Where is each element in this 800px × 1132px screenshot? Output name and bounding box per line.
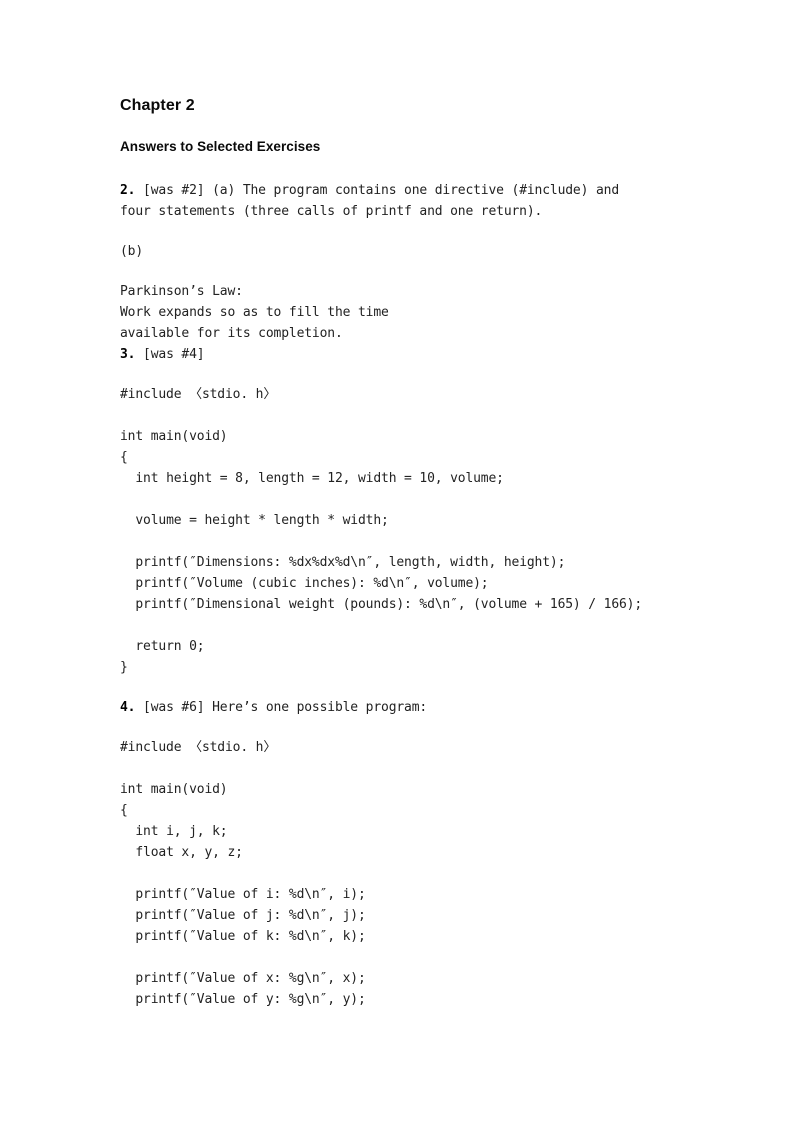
answer-4-body: 4. [was #6] Here’s one possible program:	[120, 697, 720, 718]
section-heading: Answers to Selected Exercises	[120, 139, 321, 154]
answer-3-number: 3.	[120, 347, 136, 362]
answer-3-body: 3. [was #4]	[120, 344, 720, 365]
answer-3-text: [was #4]	[135, 347, 205, 362]
answer-item-3: 3. [was #4] #include 〈stdio. h〉 int main…	[120, 344, 720, 678]
page-title: Chapter 2	[120, 97, 195, 114]
answer-4-text: [was #6] Here’s one possible program:	[135, 700, 428, 715]
answer-2-quote: Parkinson’s Law: Work expands so as to f…	[120, 284, 389, 341]
answer-2-part-b-label: (b)	[120, 244, 144, 259]
page-content: Chapter 2 Answers to Selected Exercises …	[120, 96, 720, 1029]
document-page: Chapter 2 Answers to Selected Exercises …	[0, 0, 800, 1132]
answer-2-body: 2. [was #2] (a) The program contains one…	[120, 180, 720, 222]
answer-item-2: 2. [was #2] (a) The program contains one…	[120, 180, 720, 344]
answer-item-4: 4. [was #6] Here’s one possible program:…	[120, 697, 720, 1010]
answer-2-number: 2.	[120, 183, 136, 198]
answer-4-number: 4.	[120, 700, 136, 715]
answer-4-code-listing: #include 〈stdio. h〉 int main(void) { int…	[120, 740, 366, 1007]
answer-2-text: [was #2] (a) The program contains one di…	[120, 183, 619, 219]
answer-3-code-listing: #include 〈stdio. h〉 int main(void) { int…	[120, 387, 643, 675]
